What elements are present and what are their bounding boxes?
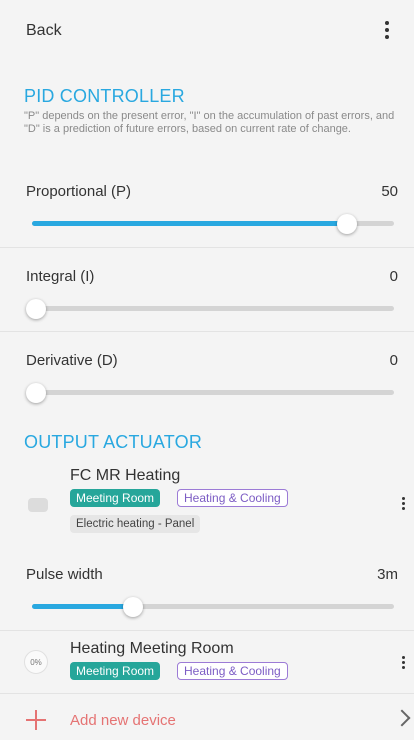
integral-value: 0 [389, 268, 398, 285]
device-name[interactable]: Heating Meeting Room [70, 640, 234, 658]
slider-thumb[interactable] [26, 383, 46, 403]
proportional-slider[interactable] [32, 214, 394, 234]
add-device-label: Add new device [70, 712, 176, 729]
slider-track [32, 306, 394, 311]
derivative-slider[interactable] [26, 383, 394, 403]
proportional-value: 50 [381, 183, 398, 200]
integral-slider[interactable] [26, 299, 394, 319]
back-button[interactable]: Back [26, 22, 62, 40]
pulse-width-slider[interactable] [32, 597, 394, 617]
pulse-width-label: Pulse width [26, 566, 103, 583]
slider-thumb[interactable] [26, 299, 46, 319]
type-tag: Heating & Cooling [177, 662, 288, 680]
divider [0, 247, 414, 248]
slider-thumb[interactable] [123, 597, 144, 617]
plus-icon [26, 710, 46, 730]
derivative-value: 0 [389, 352, 398, 369]
slider-thumb[interactable] [336, 214, 357, 234]
pid-section-title: PID CONTROLLER [24, 86, 185, 106]
divider [0, 693, 414, 694]
room-tag: Meeting Room [70, 489, 161, 507]
device-options-icon[interactable] [400, 654, 406, 670]
proportional-label: Proportional (P) [26, 183, 132, 200]
chevron-right-icon [393, 709, 411, 727]
level-indicator: 0% [24, 650, 48, 674]
device-type-tag: Electric heating - Panel [70, 515, 201, 533]
slider-track [32, 390, 394, 395]
device-name[interactable]: FC MR Heating [70, 467, 180, 485]
device-options-icon[interactable] [400, 495, 406, 511]
type-tag: Heating & Cooling [177, 489, 288, 507]
derivative-label: Derivative (D) [26, 352, 118, 369]
room-tag: Meeting Room [70, 662, 161, 680]
pid-description: "P" depends on the present error, "I" on… [24, 110, 395, 135]
slider-fill [32, 221, 347, 226]
slider-fill [32, 604, 134, 609]
divider [0, 630, 414, 631]
divider [0, 331, 414, 332]
add-device-row[interactable]: Add new device [0, 700, 414, 740]
integral-label: Integral (I) [26, 268, 95, 285]
device-toggle[interactable] [28, 498, 48, 512]
top-bar: Back [0, 0, 414, 64]
output-section-title: OUTPUT ACTUATOR [24, 432, 203, 452]
pulse-width-value: 3m [377, 566, 398, 583]
more-options-icon[interactable] [378, 18, 396, 46]
